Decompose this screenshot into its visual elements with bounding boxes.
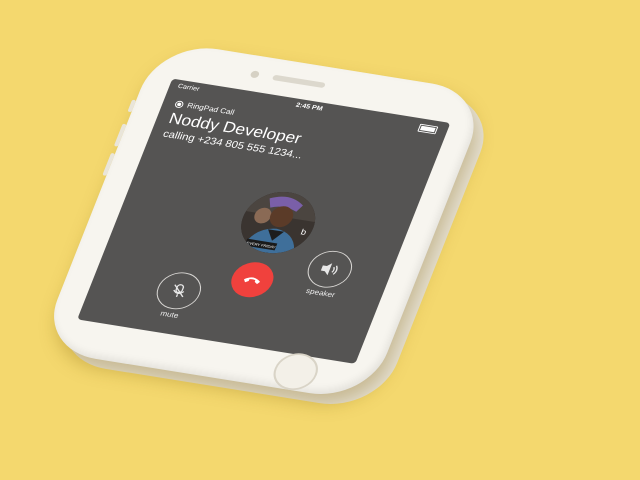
microphone-slash-icon — [173, 284, 185, 298]
volume-up-button — [113, 123, 127, 147]
volume-down-button — [102, 152, 116, 176]
carrier-label: Carrier — [176, 83, 201, 93]
earpiece-speaker — [271, 74, 326, 89]
end-call-button[interactable] — [225, 259, 280, 301]
mute-switch — [127, 99, 137, 113]
record-indicator-icon — [174, 99, 185, 108]
speaker-button[interactable] — [301, 247, 358, 291]
speaker-volume-icon — [320, 263, 338, 276]
mute-button[interactable] — [150, 269, 207, 313]
scene: Carrier 2:45 PM RingPad Call Noddy Devel… — [0, 0, 640, 480]
phone-device: Carrier 2:45 PM RingPad Call Noddy Devel… — [37, 40, 490, 403]
contact-avatar: EVERY FRIDAY b — [231, 186, 326, 259]
speaker-label: speaker — [304, 286, 337, 300]
avatar-photo: EVERY FRIDAY b — [231, 186, 326, 259]
clock-time: 2:45 PM — [294, 102, 324, 113]
front-camera — [249, 70, 261, 79]
call-screen: Carrier 2:45 PM RingPad Call Noddy Devel… — [77, 78, 451, 364]
battery-icon — [417, 123, 439, 135]
mute-label: mute — [159, 309, 180, 320]
phone-hangup-icon — [244, 277, 261, 285]
